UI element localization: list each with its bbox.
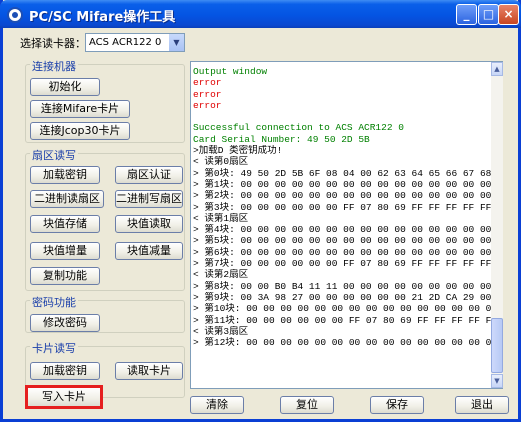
group-sector-title: 扇区读写 [30,147,78,163]
group-card-title: 卡片读写 [30,340,78,356]
minimize-button[interactable]: _ [456,4,477,25]
output-line: > 第4块: 00 00 00 00 00 00 00 00 00 00 00 … [193,224,502,236]
output-line: Card Serial Number: 49 50 2D 5B [193,133,370,145]
sector-auth-button[interactable]: 扇区认证 [115,166,183,184]
output-line: Successful connection to ACS ACR122 0 [193,122,404,134]
output-line: error [193,77,222,89]
save-button[interactable]: 保存 [370,396,424,414]
output-line: > 第11块: 00 00 00 00 00 00 FF 07 80 69 FF… [193,314,502,326]
group-connect-title: 连接机器 [30,58,78,74]
output-line: > 第7块: 00 00 00 00 00 00 FF 07 80 69 FF … [193,258,502,270]
init-button[interactable]: 初始化 [30,78,100,96]
output-lines: Output window error error error Successful … [193,66,502,348]
exit-button[interactable]: 退出 [455,396,509,414]
output-line: >加载D 类密钥成功! [193,145,283,157]
block-read-button[interactable]: 块值读取 [115,215,183,233]
write-card-button[interactable]: 写入卡片 [25,385,103,409]
close-button[interactable]: × [498,4,519,25]
output-line: > 第12块: 00 00 00 00 00 00 00 00 00 00 00… [193,337,502,349]
output-line: > 第1块: 00 00 00 00 00 00 00 00 00 00 00 … [193,178,502,190]
load-key-button[interactable]: 加载密钥 [30,166,100,184]
connect-jcop-button[interactable]: 连接Jcop30卡片 [30,122,130,140]
output-line: > 第3块: 00 00 00 00 00 00 FF 07 80 69 FF … [193,201,502,213]
binary-write-button[interactable]: 二进制写扇区 [115,190,183,208]
output-line: > 第9块: 00 3A 98 27 00 00 00 00 00 00 21 … [193,291,502,303]
change-password-button[interactable]: 修改密码 [30,314,100,332]
read-card-button[interactable]: 读取卡片 [115,362,183,380]
app-icon [7,7,23,23]
maximize-button[interactable]: □ [478,4,499,25]
output-line: > 第6块: 00 00 00 00 00 00 00 00 00 00 00 … [193,246,502,258]
copy-button[interactable]: 复制功能 [30,267,100,285]
output-line: < 读第3扇区 [193,325,249,337]
clear-button[interactable]: 清除 [190,396,244,414]
output-line: > 第10块: 00 00 00 00 00 00 00 00 00 00 00… [193,303,502,315]
output-line: < 读第2扇区 [193,269,249,281]
output-line: Output window [193,66,268,77]
output-line: error [193,99,222,111]
connect-mifare-button[interactable]: 连接Mifare卡片 [30,100,130,118]
output-line: > 第0块: 49 50 2D 5B 6F 08 04 00 62 63 64 … [193,167,502,179]
card-load-key-button[interactable]: 加载密钥 [30,362,100,380]
output-line: < 读第0扇区 [193,156,249,168]
output-window[interactable]: Output window error error error Successful … [190,61,503,389]
reader-selected-value: ACS ACR122 0 [89,37,162,48]
block-decrement-button[interactable]: 块值减量 [115,242,183,260]
block-increment-button[interactable]: 块值增量 [30,242,100,260]
scroll-up-icon[interactable]: ▲ [491,62,503,76]
reader-select[interactable]: ACS ACR122 0 ▼ [85,33,185,52]
group-password-title: 密码功能 [30,294,78,310]
window-title: PC/SC Mifare操作工具 [29,10,176,25]
binary-read-button[interactable]: 二进制读扇区 [30,190,104,208]
scroll-down-icon[interactable]: ▼ [491,374,503,388]
title-bar[interactable]: PC/SC Mifare操作工具 _ □ × [0,0,521,28]
scrollbar-thumb[interactable] [491,318,503,373]
output-line: > 第2块: 00 00 00 00 00 00 00 00 00 00 00 … [193,190,502,202]
reader-label: 选择读卡器： [20,37,86,50]
output-line: < 读第1扇区 [193,212,249,224]
output-line: > 第5块: 00 00 00 00 00 00 00 00 00 00 00 … [193,235,502,247]
output-line: > 第8块: 00 00 B0 B4 11 11 00 00 00 00 00 … [193,280,502,292]
reset-button[interactable]: 复位 [280,396,334,414]
block-store-button[interactable]: 块值存储 [30,215,100,233]
output-line: error [193,88,222,100]
chevron-down-icon[interactable]: ▼ [168,34,184,51]
